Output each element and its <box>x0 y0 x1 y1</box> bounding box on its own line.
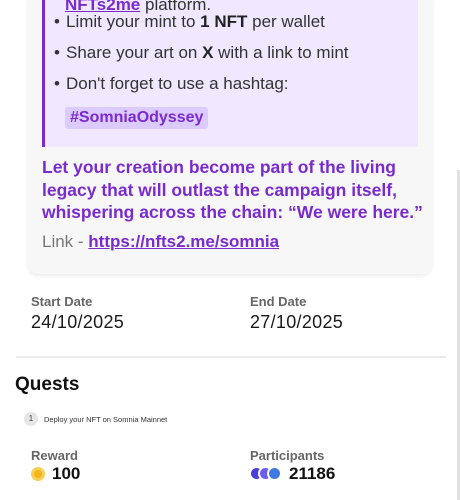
participants-value: 21186 <box>289 464 336 483</box>
mint-link[interactable]: https://nfts2.me/somnia <box>88 232 279 251</box>
participants-label: Participants <box>250 448 325 463</box>
instructions-quote: NFTs2me platform. • Limit your mint to 1 … <box>42 0 418 147</box>
quest-step-number: 1 <box>24 412 38 426</box>
bullet-hashtag: • Don't forget to use a hashtag: <box>54 74 289 93</box>
end-date-label: End Date <box>250 294 307 309</box>
reward-label: Reward <box>31 448 78 463</box>
end-date-value: 27/10/2025 <box>250 312 344 332</box>
reward-value: 100 <box>52 464 81 483</box>
link-label: Link - <box>42 232 89 251</box>
closing-statement: Let your creation become part of the liv… <box>42 157 423 222</box>
avatar <box>267 466 282 481</box>
section-divider <box>16 356 446 358</box>
bullet-share-art: • Share your art on X with a link to mint <box>54 43 349 62</box>
bullet-mint-limit: • Limit your mint to 1 NFT per wallet <box>54 12 325 31</box>
coin-icon <box>31 467 45 481</box>
start-date-label: Start Date <box>31 294 93 309</box>
mint-link-line: Link - https://nfts2.me/somnia <box>42 232 279 252</box>
quest-step-text[interactable]: Deploy your NFT on Somnia Mainnet <box>44 415 167 424</box>
start-date-value: 24/10/2025 <box>31 312 125 332</box>
quests-title: Quests <box>15 374 80 395</box>
hashtag-badge: #SomniaOdyssey <box>65 107 209 129</box>
participant-avatars <box>249 466 285 482</box>
